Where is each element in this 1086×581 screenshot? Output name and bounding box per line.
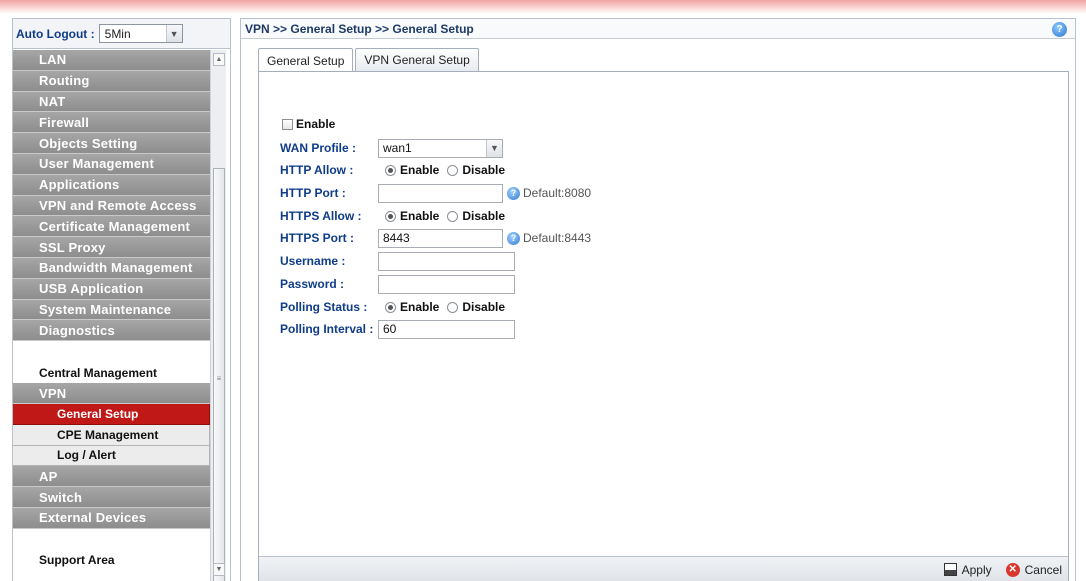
settings-panel: Enable WAN Profile : wan1 ▼ HTTP Allow :… [258, 71, 1069, 581]
cancel-button[interactable]: ✕ Cancel [1005, 562, 1062, 577]
polling-status-row: Polling Status : Enable Disable [280, 297, 513, 317]
save-icon [943, 563, 957, 576]
cancel-icon: ✕ [1005, 562, 1020, 577]
https-allow-label: HTTPS Allow : [280, 209, 362, 223]
menu-section-central-management[interactable]: Central Management [13, 341, 210, 384]
menu-scrollbar[interactable]: ▲ ≡ ▼ [210, 50, 226, 581]
polling-interval-label: Polling Interval : [280, 322, 374, 336]
menu-item-vpn-remote-access[interactable]: VPN and Remote Access [13, 195, 210, 217]
password-input[interactable] [378, 274, 515, 294]
action-bar: Apply ✕ Cancel [259, 556, 1068, 581]
menu-item-diagnostics[interactable]: Diagnostics [13, 320, 210, 342]
http-port-row: HTTP Port : ? Default:8080 [280, 183, 591, 203]
http-allow-row: HTTP Allow : Enable Disable [280, 160, 513, 180]
polling-status-label: Polling Status : [280, 300, 368, 314]
http-allow-label: HTTP Allow : [280, 163, 354, 177]
tab-vpn-general-setup[interactable]: VPN General Setup [355, 48, 479, 71]
https-allow-enable-text: Enable [400, 209, 440, 223]
breadcrumb: VPN >> General Setup >> General Setup [241, 19, 1075, 39]
enable-checkbox[interactable] [282, 118, 293, 130]
wan-profile-label: WAN Profile : [280, 141, 357, 155]
auto-logout-select[interactable]: 5Min ▼ [98, 24, 183, 43]
apply-button[interactable]: Apply [943, 562, 992, 577]
polling-interval-row: Polling Interval : 60 [280, 319, 515, 339]
http-allow-disable-radio[interactable] [447, 164, 459, 176]
http-allow-disable-text: Disable [462, 163, 506, 177]
https-allow-enable-radio[interactable] [385, 210, 396, 222]
cancel-label: Cancel [1024, 562, 1062, 577]
enable-label: Enable [296, 117, 336, 131]
menu-item-firewall[interactable]: Firewall [13, 112, 210, 134]
scrollbar-thumb[interactable]: ≡ [213, 168, 225, 581]
menu-item-external-devices[interactable]: External Devices [13, 507, 210, 529]
menu-item-nat[interactable]: NAT [13, 91, 210, 113]
menu-item-certificate-management[interactable]: Certificate Management [13, 216, 210, 238]
content-frame: VPN >> General Setup >> General Setup ? … [240, 18, 1076, 581]
wan-profile-select[interactable]: wan1 ▼ [378, 138, 503, 158]
menu-item-objects-setting[interactable]: Objects Setting [13, 133, 210, 154]
polling-disable-text: Disable [462, 300, 506, 314]
http-port-label: HTTP Port : [280, 186, 346, 200]
wan-profile-value: wan1 [383, 141, 412, 155]
menu-item-switch[interactable]: Switch [13, 487, 210, 508]
https-allow-row: HTTPS Allow : Enable Disable [280, 206, 513, 226]
menu-item-ap[interactable]: AP [13, 466, 210, 488]
submenu-item-cpe-management[interactable]: CPE Management [13, 424, 210, 446]
polling-enable-radio[interactable] [385, 301, 396, 313]
menu-item-applications[interactable]: Applications [13, 174, 210, 196]
https-port-label: HTTPS Port : [280, 231, 354, 245]
menu-item-user-management[interactable]: User Management [13, 153, 210, 175]
http-allow-enable-text: Enable [400, 163, 440, 177]
menu-item-ssl-proxy[interactable]: SSL Proxy [13, 237, 210, 258]
polling-disable-radio[interactable] [447, 301, 459, 313]
menu-item-vpn[interactable]: VPN [13, 383, 210, 404]
chevron-down-icon[interactable]: ▼ [486, 139, 502, 157]
apply-label: Apply [961, 562, 992, 577]
https-port-default: Default:8443 [523, 231, 592, 245]
http-allow-enable-radio[interactable] [385, 164, 396, 176]
submenu-item-general-setup[interactable]: General Setup [13, 403, 210, 425]
tab-bar: General Setup VPN General Setup [258, 48, 479, 72]
enable-row: Enable [282, 114, 335, 134]
username-label: Username : [280, 254, 346, 268]
https-port-row: HTTPS Port : 8443 ? Default:8443 [280, 228, 591, 248]
scroll-up-icon[interactable]: ▲ [213, 53, 225, 66]
password-label: Password : [280, 277, 345, 291]
tab-general-setup[interactable]: General Setup [258, 48, 354, 72]
https-allow-disable-radio[interactable] [447, 210, 459, 222]
username-input[interactable] [378, 251, 515, 271]
username-row: Username : [280, 251, 515, 271]
menu-item-system-maintenance[interactable]: System Maintenance [13, 299, 210, 321]
info-icon[interactable]: ? [507, 186, 520, 200]
chevron-down-icon[interactable]: ▼ [165, 25, 182, 42]
auto-logout-value: 5Min [104, 26, 131, 41]
https-port-input[interactable]: 8443 [378, 228, 503, 248]
navigation-frame: Auto Logout : 5Min ▼ LAN Routing NAT Fir… [12, 18, 231, 581]
http-port-input[interactable] [378, 183, 503, 203]
help-icon[interactable]: ? [1052, 22, 1067, 37]
menu-item-lan[interactable]: LAN [13, 50, 210, 71]
menu-section-support-area[interactable]: Support Area [13, 528, 210, 571]
https-allow-disable-text: Disable [462, 209, 506, 223]
password-row: Password : [280, 274, 515, 294]
menu-item-bandwidth-management[interactable]: Bandwidth Management [13, 257, 210, 279]
http-port-default: Default:8080 [523, 186, 592, 200]
info-icon[interactable]: ? [507, 231, 520, 245]
polling-enable-text: Enable [400, 300, 440, 314]
menu-item-usb-application[interactable]: USB Application [13, 278, 210, 300]
menu-item-routing[interactable]: Routing [13, 70, 210, 92]
auto-logout-bar: Auto Logout : 5Min ▼ [13, 19, 230, 49]
polling-interval-input[interactable]: 60 [378, 319, 515, 339]
submenu-item-log-alert[interactable]: Log / Alert [13, 445, 210, 467]
wan-profile-row: WAN Profile : wan1 ▼ [280, 138, 503, 158]
main-menu: LAN Routing NAT Firewall Objects Setting… [13, 50, 210, 571]
scroll-down-icon[interactable]: ▼ [213, 563, 225, 576]
auto-logout-label: Auto Logout : [16, 26, 95, 41]
